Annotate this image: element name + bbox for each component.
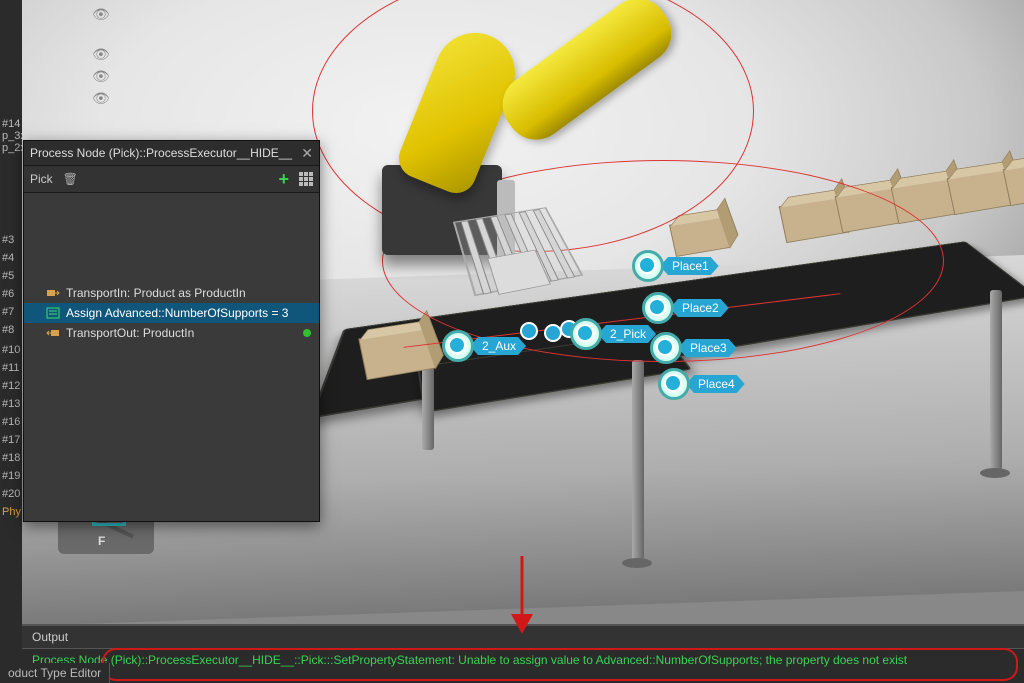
waypoint-ring-icon xyxy=(570,318,602,350)
add-statement-icon[interactable]: + xyxy=(278,169,289,190)
hierarchy-item[interactable]: #12 xyxy=(2,380,20,392)
waypoint-label: Place1 xyxy=(660,257,719,275)
scene-waypoint-tag[interactable]: Place3 xyxy=(650,332,737,364)
scene-waypoint-tag[interactable]: Place4 xyxy=(658,368,745,400)
statement-text: TransportIn: Product as ProductIn xyxy=(66,286,246,300)
waypoint-ring-icon xyxy=(442,330,474,362)
conveyor-foot xyxy=(622,558,652,568)
hierarchy-item[interactable]: #5 xyxy=(2,270,14,282)
statement-row[interactable]: TransportOut: ProductIn xyxy=(24,323,319,343)
output-message: Process Node (Pick)::ProcessExecutor__HI… xyxy=(22,649,1024,671)
statement-row[interactable]: Assign Advanced::NumberOfSupports = 3 xyxy=(24,303,319,323)
waypoint-label: Place3 xyxy=(678,339,737,357)
hierarchy-item[interactable]: #4 xyxy=(2,252,14,264)
hierarchy-item[interactable]: #3 xyxy=(2,234,14,246)
assign-icon xyxy=(46,307,60,319)
panel-titlebar[interactable]: Process Node (Pick)::ProcessExecutor__HI… xyxy=(24,141,319,166)
hierarchy-item[interactable]: #10 xyxy=(2,344,20,356)
output-header: Output xyxy=(22,626,1024,649)
visibility-icon[interactable]: 👁 xyxy=(92,90,110,107)
panel-empty-area xyxy=(24,193,319,283)
transport-out-icon xyxy=(46,327,60,339)
scene-waypoint-tag[interactable]: Place2 xyxy=(642,292,729,324)
waypoint-ring-icon xyxy=(650,332,682,364)
nav-cube-front[interactable]: F xyxy=(98,534,105,548)
waypoint-ring-icon xyxy=(642,292,674,324)
statement-row[interactable]: TransportIn: Product as ProductIn xyxy=(24,283,319,303)
waypoint-label: Place2 xyxy=(670,299,729,317)
hierarchy-item[interactable]: #6 xyxy=(2,288,14,300)
hierarchy-strip[interactable]: #14p_3xp_2x#3#4#5#6#7#8#10#11#12#13#16#1… xyxy=(0,0,23,683)
hierarchy-item[interactable]: #20 xyxy=(2,488,20,500)
transport-in-icon xyxy=(46,287,60,299)
process-tab[interactable]: Pick xyxy=(30,172,53,186)
scene-waypoint-tag[interactable]: Place1 xyxy=(632,250,719,282)
status-ok-icon xyxy=(303,329,311,337)
hierarchy-item[interactable]: #11 xyxy=(2,362,20,374)
hierarchy-item[interactable]: #14 xyxy=(2,118,20,130)
close-icon[interactable]: ✕ xyxy=(301,145,313,162)
hierarchy-item-physics[interactable]: Phy xyxy=(2,506,21,518)
panel-title: Process Node (Pick)::ProcessExecutor__HI… xyxy=(30,146,301,160)
visibility-icon[interactable]: 👁 xyxy=(92,6,110,23)
hierarchy-item[interactable]: #8 xyxy=(2,324,14,336)
statement-text: TransportOut: ProductIn xyxy=(66,326,194,340)
grid-view-icon[interactable] xyxy=(299,172,313,186)
conveyor-foot xyxy=(980,468,1010,478)
process-node-panel[interactable]: Process Node (Pick)::ProcessExecutor__HI… xyxy=(23,140,320,522)
visibility-icon[interactable]: 👁 xyxy=(92,68,110,85)
scene-waypoint-tag[interactable]: 2_Aux xyxy=(442,330,526,362)
hierarchy-item[interactable]: #18 xyxy=(2,452,20,464)
waypoint-label: 2_Aux xyxy=(470,337,526,355)
visibility-icon[interactable]: 👁 xyxy=(92,46,110,63)
waypoint-label: Place4 xyxy=(686,375,745,393)
product-type-editor-tab[interactable]: oduct Type Editor xyxy=(0,663,110,683)
hierarchy-item[interactable]: #7 xyxy=(2,306,14,318)
waypoint-ring-icon xyxy=(658,368,690,400)
panel-toolbar: Pick 🗑 + xyxy=(24,166,319,193)
hierarchy-item[interactable]: #16 xyxy=(2,416,20,428)
delete-icon[interactable]: 🗑 xyxy=(63,172,78,186)
hierarchy-item[interactable]: #17 xyxy=(2,434,20,446)
output-console[interactable]: Output Process Node (Pick)::ProcessExecu… xyxy=(22,624,1024,683)
hierarchy-item[interactable]: #13 xyxy=(2,398,20,410)
statement-text: Assign Advanced::NumberOfSupports = 3 xyxy=(66,306,288,320)
conveyor-leg xyxy=(422,360,434,450)
hierarchy-item[interactable]: #19 xyxy=(2,470,20,482)
conveyor-leg xyxy=(990,290,1002,470)
robot-arm-fore xyxy=(491,0,684,152)
conveyor-leg xyxy=(632,360,644,560)
waypoint-label: 2_Pick xyxy=(598,325,656,343)
waypoint-ring-icon xyxy=(632,250,664,282)
